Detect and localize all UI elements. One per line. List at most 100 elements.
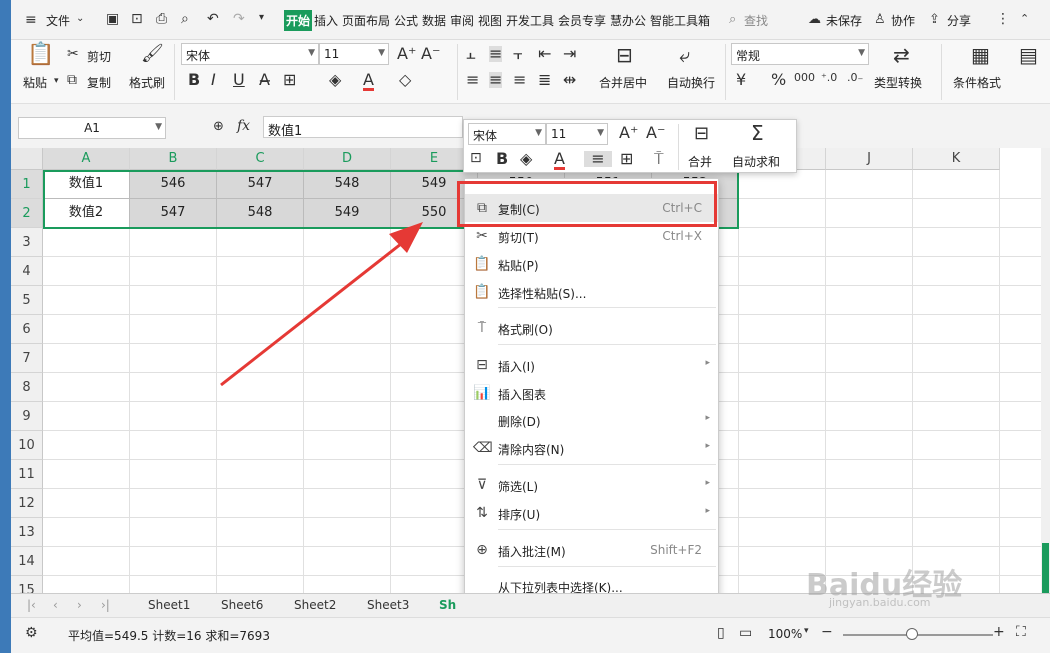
wrap-text-icon[interactable]: ⊡ [470,151,482,165]
decrease-decimal-icon[interactable]: .0₋ [847,72,863,83]
copy-icon[interactable]: ⧉ [67,73,77,87]
justify-icon[interactable]: ≣ [538,72,551,88]
menu-clear-content[interactable]: ⌫ 清除内容(N) ▸ [465,434,718,462]
tab-review[interactable]: 审阅 [450,12,474,29]
undo-icon[interactable]: ↶ [207,12,219,26]
autosum-icon[interactable]: Σ [751,123,764,143]
row-header-15[interactable]: 15 [11,576,43,593]
row-header-13[interactable]: 13 [11,518,43,547]
font-color-icon[interactable]: A [363,72,374,91]
merge-icon[interactable]: ⊟ [694,125,709,143]
zoom-out-icon[interactable]: − [821,625,833,639]
row-header-14[interactable]: 14 [11,547,43,576]
decrease-font-icon[interactable]: A⁻ [421,46,440,62]
zoom-slider-track[interactable] [843,634,993,636]
reading-view-icon[interactable]: ▭ [739,626,752,640]
fullscreen-icon[interactable]: ⛶ [1016,625,1026,639]
align-top-icon[interactable]: ⫠ [466,46,476,62]
align-left-icon[interactable]: ≡ [466,72,479,88]
sheet-tab-active[interactable]: Sh [439,598,456,612]
paste-icon[interactable]: 📋 [27,44,54,66]
last-sheet-icon[interactable]: ›| [101,599,110,611]
mini-size-select[interactable]: 11 ▼ [546,123,608,145]
row-header-3[interactable]: 3 [11,228,43,257]
search-icon[interactable]: ⌕ [729,13,736,26]
function-icon[interactable]: fx [237,119,250,133]
convert-type-button[interactable]: 类型转换 [874,74,922,91]
tab-view[interactable]: 视图 [478,12,502,29]
align-middle-icon[interactable]: ≡ [489,46,503,62]
row-header-12[interactable]: 12 [11,489,43,518]
italic-icon[interactable]: I [211,72,216,88]
align-center-icon[interactable]: ≡ [489,72,503,88]
tab-insert[interactable]: 插入 [314,12,338,29]
row-header-7[interactable]: 7 [11,344,43,373]
formula-input[interactable]: 数值1 [263,116,463,139]
tab-page-layout[interactable]: 页面布局 [342,12,390,29]
bold-icon[interactable]: B [188,72,200,88]
convert-type-icon[interactable]: ⇄ [893,45,910,65]
decrease-font-icon[interactable]: A⁻ [646,125,665,141]
vertical-scrollbar[interactable] [1041,148,1050,593]
row-header-5[interactable]: 5 [11,286,43,315]
border-icon[interactable]: ⊞ [620,151,633,167]
menu-format-painter[interactable]: ⍑ 格式刷(O) [465,314,718,342]
cut-button[interactable]: 剪切 [87,48,111,65]
status-macro-icon[interactable]: ⚙ [25,626,38,640]
unsaved-status[interactable]: 未保存 [826,12,862,29]
select-all-corner[interactable] [11,148,43,170]
preview-icon[interactable]: ⌕ [181,12,189,26]
zoom-in-icon[interactable]: + [993,625,1005,639]
distributed-icon[interactable]: ⇹ [563,72,576,88]
mini-font-select[interactable]: 宋体 ▼ [468,123,546,145]
format-painter-icon[interactable]: ⍑ [654,151,664,167]
indent-increase-icon[interactable]: ⇥ [563,46,576,62]
wrap-text-icon[interactable]: ⤶ [679,45,690,65]
row-header-8[interactable]: 8 [11,373,43,402]
menu-paste-special[interactable]: 📋 选择性粘贴(S)... [465,278,718,306]
merge-center-icon[interactable]: ⊟ [616,45,633,65]
sheet-tab[interactable]: Sheet2 [294,598,336,612]
menu-filter[interactable]: ⊽ 筛选(L) ▸ [465,471,718,499]
collab-button[interactable]: 协作 [891,12,915,29]
format-painter-button[interactable]: 格式刷 [129,74,165,91]
align-bottom-icon[interactable]: ⫟ [513,46,523,62]
font-color-icon[interactable]: A [554,151,565,170]
fill-color-icon[interactable]: ◈ [329,72,341,88]
cut-icon[interactable]: ✂ [67,47,79,61]
column-header-b[interactable]: B [130,148,217,170]
increase-font-icon[interactable]: A⁺ [397,46,416,62]
row-header-9[interactable]: 9 [11,402,43,431]
mini-merge-button[interactable]: 合并 [688,153,712,170]
sheet-tab[interactable]: Sheet6 [221,598,263,612]
merge-center-button[interactable]: 合并居中 [599,74,647,91]
sheet-tab[interactable]: Sheet3 [367,598,409,612]
save-icon[interactable]: ▣ [106,12,119,26]
menu-delete[interactable]: 删除(D) ▸ [465,406,718,434]
currency-icon[interactable]: ¥ [736,72,746,88]
export-icon[interactable]: ⊡ [131,12,143,26]
align-right-icon[interactable]: ≡ [513,72,526,88]
increase-font-icon[interactable]: A⁺ [619,125,638,141]
copy-button[interactable]: 复制 [87,74,111,91]
menu-paste[interactable]: 📋 粘贴(P) [465,250,718,278]
indent-decrease-icon[interactable]: ⇤ [538,46,551,62]
print-icon[interactable]: ⎙ [156,12,167,26]
tab-member[interactable]: 会员专享 [558,12,606,29]
chevron-down-icon[interactable]: ▾ [54,77,59,86]
tab-home[interactable]: 开始 [284,10,313,31]
row-header-4[interactable]: 4 [11,257,43,286]
column-header-j[interactable]: J [826,148,913,170]
menu-sort[interactable]: ⇅ 排序(U) ▸ [465,499,718,527]
tab-smart-toolbox[interactable]: 智能工具箱 [650,12,710,29]
search-box[interactable]: 查找 [744,12,768,29]
zoom-icon[interactable]: ⊕ [213,120,224,133]
column-header-d[interactable]: D [304,148,391,170]
clear-format-icon[interactable]: ◇ [399,72,411,88]
share-button[interactable]: 分享 [947,12,971,29]
thousands-icon[interactable]: 000 [794,72,815,83]
scrollbar-thumb[interactable] [1042,543,1049,593]
strikethrough-icon[interactable]: A̶ [259,72,270,88]
tab-data[interactable]: 数据 [422,12,446,29]
border-icon[interactable]: ⊞ [283,72,296,88]
